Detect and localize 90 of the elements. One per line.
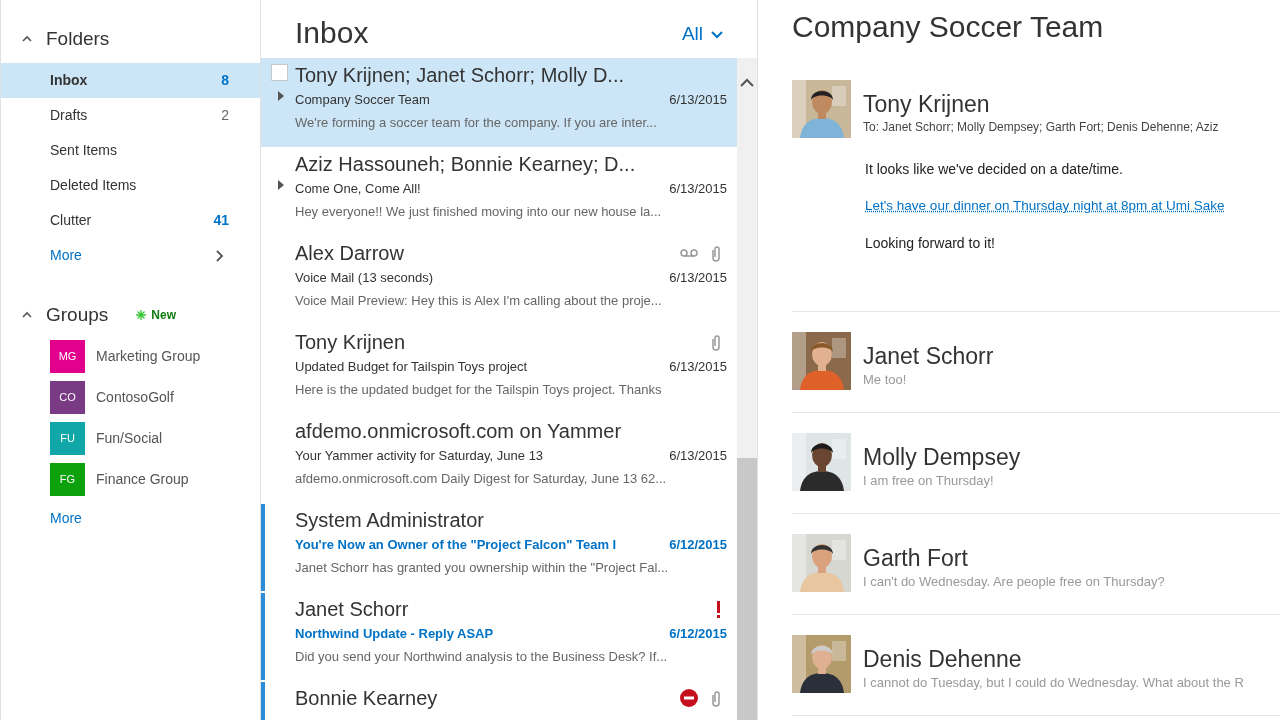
folder-label: Clutter (50, 211, 92, 230)
date-label: 6/13/2015 (669, 180, 727, 199)
message-item[interactable]: Alex Darrow Voice Mail (13 seconds) 6/13/2015 Voice Mail Preview: Hey this is Alex I'm calling about the proje... (261, 236, 737, 325)
message-preview: afdemo.onmicrosoft.com Daily Digest for Saturday, June 13 62... (295, 470, 668, 488)
sender-name: Molly Dempsey (863, 443, 1021, 471)
message-item[interactable]: Tony Krijnen Updated Budget for Tailspin Toys project 6/13/2015 Here is the updated budget for the Tailspin Toys project. Thanks (261, 325, 737, 414)
subject-line: Company Soccer Team (295, 91, 430, 110)
message-preview: Voice Mail Preview: Hey this is Alex I'm calling about the proje... (295, 292, 663, 310)
sender-name: Bonnie Kearney (295, 686, 438, 711)
chevron-right-icon (214, 248, 224, 263)
message-item[interactable]: Aziz Hassouneh; Bonnie Kearney; D... Come One, Come All! 6/13/2015 Hey everyone!! We just finished moving into our new house la... (261, 147, 737, 236)
sender-name: Garth Fort (863, 544, 969, 572)
subject-line: Updated Budget for Tailspin Toys project (295, 358, 528, 377)
section-header[interactable]: Groups (21, 300, 109, 330)
sparkle-icon (136, 310, 147, 320)
folder-label: Sent Items (50, 141, 117, 160)
message-preview: Did you send your Northwind analysis to the Business Desk? If... (295, 648, 669, 666)
scrollbar[interactable] (737, 58, 757, 720)
collapsed-message[interactable]: Denis Dehenne I cannot do Tuesday, but I could do Wednesday. What about the R (792, 615, 1280, 716)
recipients-line: To: Janet Schorr; Molly Dempsey; Garth Fort; Denis Dehenne; Aziz (863, 119, 1219, 136)
reply-preview: I can't do Wednesday. Are people free on Thursday? (863, 573, 1165, 591)
subject-line: Come One, Come All! (295, 180, 421, 199)
folder-item[interactable]: Sent Items (1, 133, 260, 168)
sender-name: Tony Krijnen; Janet Schorr; Molly D... (295, 63, 624, 88)
message-item[interactable]: System Administrator You're Now an Owner of the "Project Falcon" Team I 6/12/2015 Janet Schorr has granted you ownership within the "Project Fal... (261, 503, 737, 592)
reply-preview: I am free on Thursday! (863, 472, 995, 490)
sender-name: Janet Schorr (863, 342, 994, 370)
subject-line: You're Now an Owner of the "Project Falcon" Team I (295, 536, 617, 555)
message-item[interactable]: afdemo.onmicrosoft.com on Yammer Your Yammer activity for Saturday, June 13 6/13/2015 afdemo.onmicrosoft.com Daily Digest for Saturday, June 13 62... (261, 414, 737, 503)
message-item[interactable]: Tony Krijnen; Janet Schorr; Molly D... Company Soccer Team 6/13/2015 We're forming a soccer team for the company. If you are inter... (261, 58, 737, 147)
subject-line: Northwind Update - Reply ASAP (295, 625, 494, 644)
sender-name: Denis Dehenne (863, 645, 1023, 673)
unread-count: 2 (221, 106, 229, 125)
select-checkbox[interactable] (271, 64, 288, 81)
section-header[interactable]: Folders (21, 24, 110, 54)
date-label: 6/12/2015 (669, 536, 727, 555)
scroll-up-icon (740, 78, 754, 88)
reply-preview: I cannot do Tuesday, but I could do Wednesday. What about the R (863, 674, 1244, 692)
body-text: It looks like we've decided on a date/time. (865, 160, 1124, 178)
group-avatar: FU (50, 422, 85, 455)
collapsed-message[interactable]: Molly Dempsey I am free on Thursday! (792, 413, 1280, 514)
body-link[interactable]: Let's have our dinner on Thursday night at 8pm at Umi Sake (865, 197, 1280, 215)
folder-item[interactable]: Inbox 8 (1, 63, 260, 98)
group-link[interactable]: Finance Group (96, 469, 189, 490)
conversation-title: Company Soccer Team (792, 9, 1105, 45)
unread-count: 8 (221, 71, 229, 90)
date-label: 6/13/2015 (669, 358, 727, 377)
more-link[interactable]: More (50, 245, 82, 266)
group-link[interactable]: ContosoGolf (96, 387, 174, 408)
date-label: 6/13/2015 (669, 269, 727, 288)
filter-dropdown[interactable]: All (681, 19, 723, 48)
date-label: 6/12/2015 (669, 625, 727, 644)
group-avatar: FG (50, 463, 85, 496)
message-preview: Hey everyone!! We just finished moving into our new house la... (295, 203, 663, 221)
folder-item[interactable]: Drafts 2 (1, 98, 260, 133)
reply-preview: Me too! (863, 371, 908, 389)
chevron-down-icon (711, 28, 723, 39)
message-preview: Janet Schorr has granted you ownership within the "Project Fal... (295, 559, 670, 577)
subject-line: Voice Mail (13 seconds) (295, 269, 433, 288)
group-avatar: MG (50, 340, 85, 373)
body-text: Looking forward to it! (865, 234, 996, 252)
message-preview: Here is the updated budget for the Tailspin Toys project. Thanks (295, 381, 663, 399)
sender-name: Aziz Hassouneh; Bonnie Kearney; D... (295, 152, 636, 177)
folder-label: Inbox (50, 71, 88, 90)
date-label: 6/13/2015 (669, 447, 727, 466)
folder-label: Drafts (50, 106, 88, 125)
group-link[interactable]: Fun/Social (96, 428, 163, 449)
folder-item[interactable]: Deleted Items (1, 168, 260, 203)
subject-line: Your Yammer activity for Saturday, June 13 (295, 447, 544, 466)
more-link[interactable]: More (50, 510, 82, 526)
sender-name: afdemo.onmicrosoft.com on Yammer (295, 419, 622, 444)
collapsed-message[interactable]: Janet Schorr Me too! (792, 312, 1280, 413)
date-label: 6/13/2015 (669, 91, 727, 110)
unread-count: 41 (213, 211, 229, 230)
sender-name: Alex Darrow (295, 241, 404, 266)
scrollbar-thumb[interactable] (737, 458, 757, 720)
folder-title: Inbox (295, 18, 369, 48)
new-group-button[interactable]: New (136, 306, 176, 324)
folder-label: Deleted Items (50, 176, 137, 195)
message-item[interactable]: Bonnie Kearney (261, 681, 737, 720)
sender-name: Tony Krijnen (295, 330, 406, 355)
sender-name: Janet Schorr (295, 597, 409, 622)
collapsed-message[interactable]: Garth Fort I can't do Wednesday. Are people free on Thursday? (792, 514, 1280, 615)
group-link[interactable]: Marketing Group (96, 346, 201, 367)
message-item[interactable]: Janet Schorr Northwind Update - Reply ASAP 6/12/2015 Did you send your Northwind analysis to the Business Desk? If... (261, 592, 737, 681)
sender-name: System Administrator (295, 508, 484, 533)
group-avatar: CO (50, 381, 85, 414)
message-preview: We're forming a soccer team for the company. If you are inter... (295, 114, 658, 132)
folder-item[interactable]: Clutter 41 (1, 203, 260, 238)
sender-name: Tony Krijnen (863, 90, 991, 118)
